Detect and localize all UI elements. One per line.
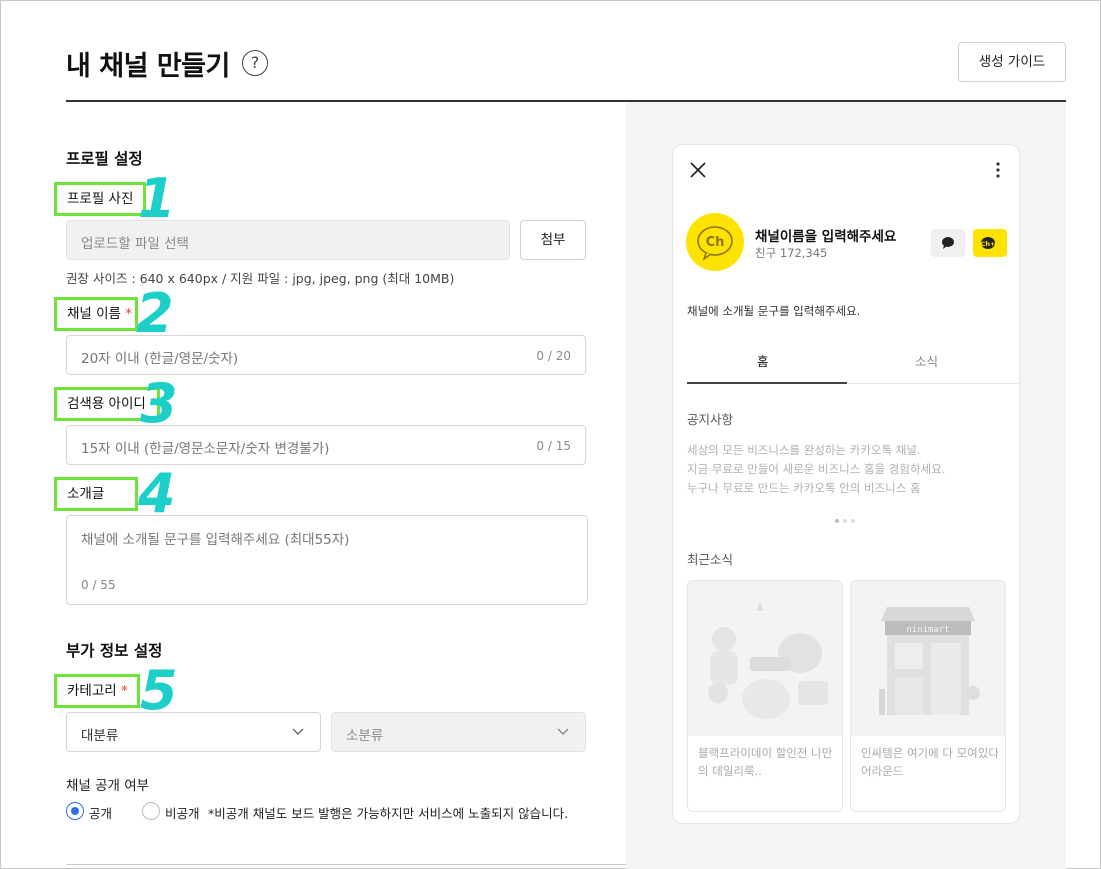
tab-news[interactable]: 소식 (915, 351, 938, 370)
profile-photo-label: 프로필 사진 (54, 182, 146, 216)
annotation-number-1: 1 (138, 167, 176, 230)
intro-label-text: 소개글 (67, 486, 105, 502)
category-label: 카테고리 * (54, 674, 140, 708)
channel-name-counter: 0 / 20 (536, 349, 571, 363)
channel-preview-card: Ch 채널이름을 입력해주세요 친구 172,345 Ch+ 채널에 소개될 문… (672, 144, 1020, 824)
private-radio-label: 비공개 (165, 806, 200, 821)
major-category-select[interactable]: 대분류 (66, 712, 321, 752)
private-note: *비공개 채널도 보드 발행은 가능하지만 서비스에 노출되지 않습니다. (208, 806, 569, 821)
minor-category-value: 소분류 (346, 728, 384, 744)
close-icon[interactable] (689, 161, 707, 179)
private-radio[interactable] (142, 802, 160, 820)
intro-counter: 0 / 55 (81, 578, 116, 592)
more-vertical-icon[interactable] (995, 161, 1001, 179)
add-channel-badge-text: Ch+ (981, 240, 996, 248)
annotation-number-4: 4 (138, 462, 176, 525)
preview-intro: 채널에 소개될 문구를 입력해주세요. (687, 304, 861, 318)
notice-line: 지금 무료로 만들어 새로운 비즈니스 홈을 경험하세요. (687, 462, 946, 476)
news-thumbnail-image (688, 581, 842, 736)
notice-title: 공지사항 (687, 412, 734, 427)
recent-news-title: 최근소식 (687, 552, 734, 567)
notice-line: 누구나 무료로 만드는 카카오톡 안의 비즈니스 홈 (687, 481, 921, 495)
news-thumbnail-image: ninimart (851, 581, 1005, 736)
required-mark: * (120, 683, 128, 699)
add-channel-icon: Ch+ (981, 237, 996, 249)
annotation-number-2: 2 (136, 282, 174, 345)
channel-logo: Ch (686, 213, 744, 271)
tab-active-underline (687, 382, 847, 384)
profile-photo-file-input[interactable]: 업로드할 파일 선택 (66, 220, 510, 260)
notice-line: 세상의 모든 비즈니스를 완성하는 카카오톡 채널. (687, 443, 921, 457)
visibility-label: 채널 공개 여부 (66, 778, 150, 794)
extra-section-title: 부가 정보 설정 (66, 642, 163, 660)
help-icon[interactable]: ? (242, 50, 268, 76)
search-id-counter: 0 / 15 (536, 439, 571, 453)
attach-button[interactable]: 첨부 (520, 220, 586, 260)
add-channel-button[interactable]: Ch+ (973, 229, 1007, 257)
channel-name-label-text: 채널 이름 (67, 306, 121, 322)
channel-name-input[interactable]: 20자 이내 (한글/영문/숫자) 0 / 20 (66, 335, 586, 375)
chat-button[interactable] (931, 229, 965, 257)
minor-category-select[interactable]: 소분류 (331, 712, 586, 752)
profile-section-title: 프로필 설정 (66, 150, 143, 168)
tab-home[interactable]: 홈 (757, 351, 769, 370)
news-card[interactable]: ninimart 인싸템은 여기에 다 모여있다 어라운드 (850, 580, 1006, 812)
public-radio-label: 공개 (89, 806, 113, 821)
search-id-input[interactable]: 15자 이내 (한글/영문소문자/숫자 변경불가) 0 / 15 (66, 425, 586, 465)
chevron-down-icon (557, 728, 569, 735)
creation-guide-button[interactable]: 생성 가이드 (958, 42, 1066, 82)
channel-logo-icon: Ch (697, 226, 733, 261)
carousel-dots (835, 508, 859, 527)
annotation-number-5: 5 (140, 659, 178, 722)
search-id-label-text: 검색용 아이디 (67, 396, 146, 412)
bottom-divider (66, 864, 626, 865)
major-category-value: 대분류 (81, 728, 119, 744)
public-radio[interactable] (66, 802, 84, 820)
chat-bubble-icon (942, 237, 954, 249)
channel-name-placeholder: 20자 이내 (한글/영문/숫자) (81, 351, 239, 367)
photo-hint: 권장 사이즈 : 640 x 640px / 지원 파일 : jpg, jpeg… (66, 271, 455, 286)
news-card[interactable]: 블랙프라이데이 할인전 나만의 데일리룩.. (687, 580, 843, 812)
search-id-placeholder: 15자 이내 (한글/영문소문자/숫자 변경불가) (81, 441, 330, 457)
channel-name-label: 채널 이름 * (54, 297, 138, 331)
required-mark: * (125, 306, 133, 322)
store-sign-text: ninimart (906, 625, 949, 635)
file-input-placeholder: 업로드할 파일 선택 (81, 236, 189, 252)
preview-channel-name: 채널이름을 입력해주세요 (755, 229, 897, 245)
preview-friends-count: 친구 172,345 (755, 246, 828, 260)
channel-logo-text: Ch (706, 235, 725, 250)
category-label-text: 카테고리 (67, 683, 117, 699)
news-caption: 블랙프라이데이 할인전 나만의 데일리룩.. (698, 746, 833, 778)
chevron-down-icon (292, 728, 304, 735)
page-title: 내 채널 만들기 (66, 51, 230, 82)
news-caption: 인싸템은 여기에 다 모여있다 어라운드 (861, 746, 999, 778)
profile-photo-label-text: 프로필 사진 (67, 191, 134, 207)
intro-textarea[interactable]: 채널에 소개될 문구를 입력해주세요 (최대55자) 0 / 55 (66, 515, 588, 605)
intro-label: 소개글 (54, 477, 138, 511)
annotation-number-3: 3 (140, 372, 178, 435)
intro-placeholder: 채널에 소개될 문구를 입력해주세요 (최대55자) (81, 532, 350, 548)
